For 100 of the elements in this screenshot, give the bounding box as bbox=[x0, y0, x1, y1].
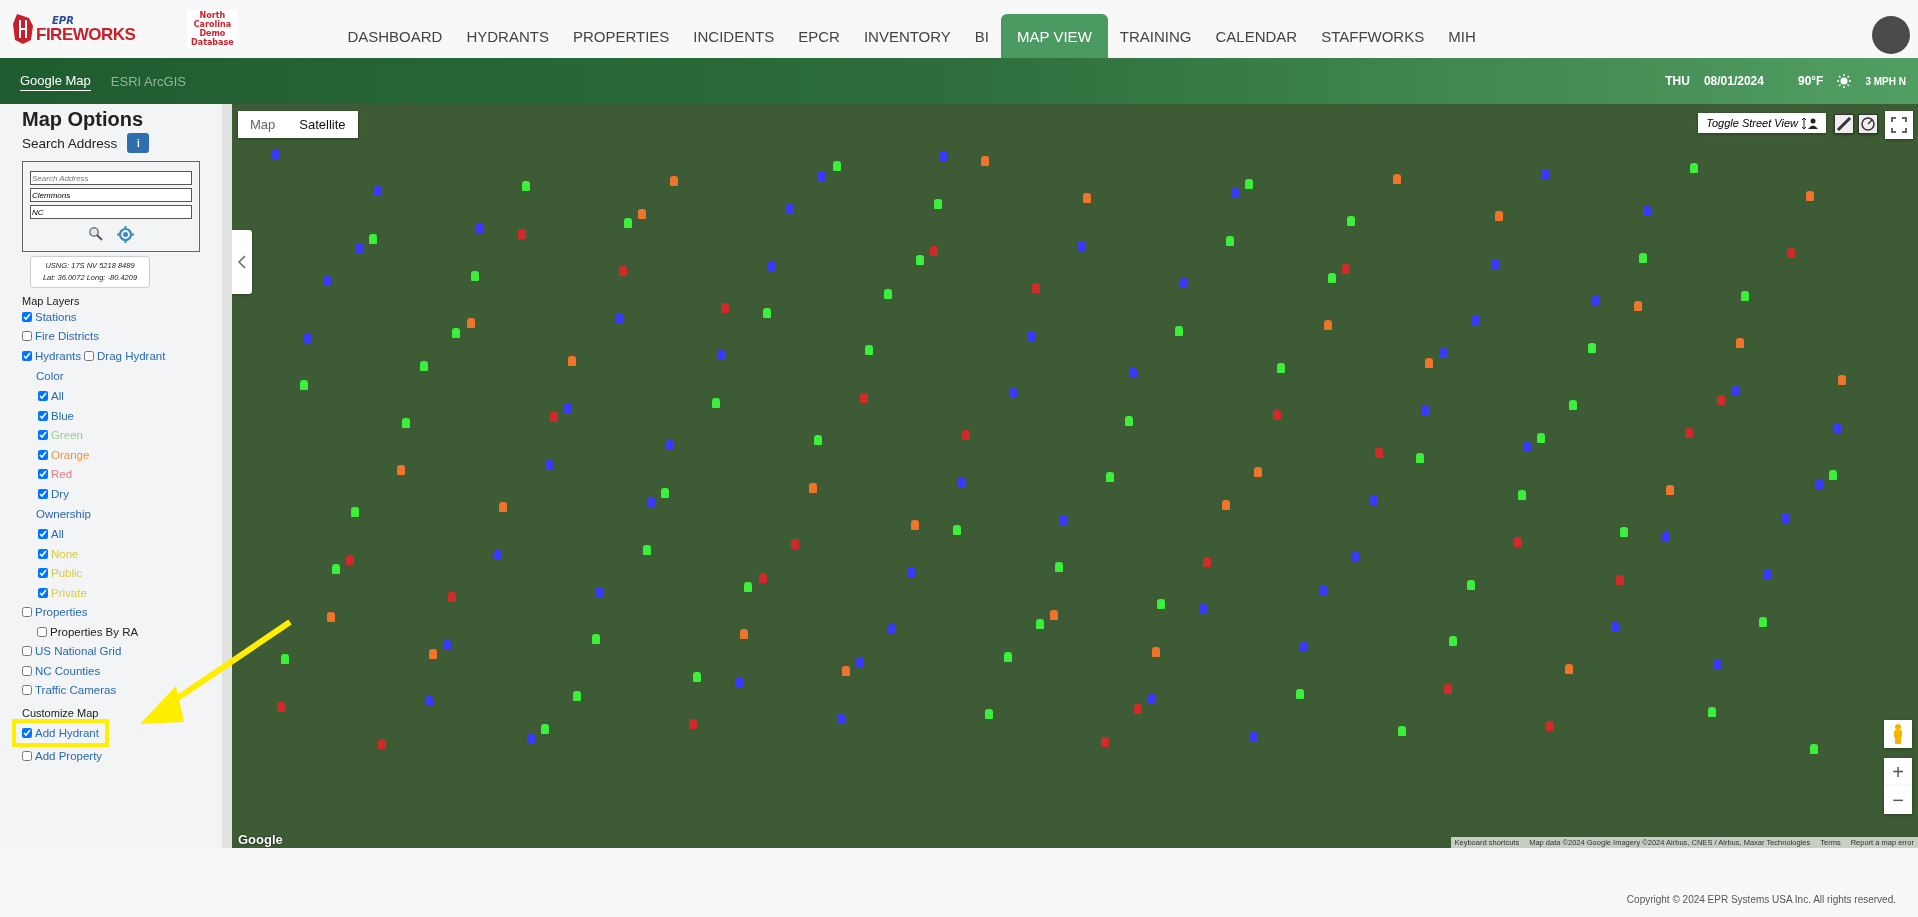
hydrant-marker-icon[interactable] bbox=[1740, 290, 1749, 301]
hydrant-marker-icon[interactable] bbox=[526, 733, 535, 744]
hydrant-marker-icon[interactable] bbox=[540, 724, 549, 735]
locate-icon[interactable] bbox=[117, 226, 134, 243]
hydrant-marker-icon[interactable] bbox=[545, 459, 554, 470]
hydrant-marker-icon[interactable] bbox=[1319, 584, 1328, 595]
hydrant-marker-icon[interactable] bbox=[855, 657, 864, 668]
hydrant-marker-icon[interactable] bbox=[522, 181, 530, 191]
hydrant-marker-icon[interactable] bbox=[1397, 726, 1406, 737]
hydrant-marker-icon[interactable] bbox=[1323, 320, 1332, 331]
checkbox[interactable] bbox=[38, 410, 48, 421]
hydrant-marker-icon[interactable] bbox=[1634, 300, 1643, 311]
hydrant-marker-icon[interactable] bbox=[1615, 574, 1624, 585]
hydrant-marker-icon[interactable] bbox=[1564, 664, 1573, 675]
hydrant-marker-icon[interactable] bbox=[1759, 616, 1768, 627]
hydrant-marker-icon[interactable] bbox=[401, 417, 410, 428]
hydrant-marker-icon[interactable] bbox=[1156, 599, 1165, 610]
hydrant-marker-icon[interactable] bbox=[304, 332, 313, 343]
hydrant-marker-icon[interactable] bbox=[1133, 703, 1142, 714]
hydrant-marker-icon[interactable] bbox=[1782, 512, 1791, 523]
hydrant-marker-icon[interactable] bbox=[299, 380, 308, 391]
layer-label[interactable]: Drag Hydrant bbox=[97, 349, 166, 362]
hydrant-marker-icon[interactable] bbox=[1008, 387, 1017, 398]
hydrant-marker-icon[interactable] bbox=[1351, 551, 1360, 562]
hydrant-marker-icon[interactable] bbox=[1129, 368, 1137, 378]
hydrant-marker-icon[interactable] bbox=[1828, 470, 1837, 481]
hydrant-marker-icon[interactable] bbox=[962, 429, 971, 440]
checkbox[interactable] bbox=[38, 488, 48, 499]
hydrant-marker-icon[interactable] bbox=[957, 477, 966, 488]
hydrant-marker-icon[interactable] bbox=[642, 544, 651, 555]
hydrant-marker-icon[interactable] bbox=[1105, 472, 1114, 483]
hydrant-marker-icon[interactable] bbox=[1147, 694, 1156, 705]
hydrant-marker-icon[interactable] bbox=[447, 592, 456, 603]
hydrant-marker-icon[interactable] bbox=[1495, 211, 1503, 221]
hydrant-marker-icon[interactable] bbox=[568, 355, 577, 366]
hydrant-marker-icon[interactable] bbox=[758, 572, 767, 583]
hydrant-marker-icon[interactable] bbox=[591, 634, 600, 645]
address-field[interactable]: NC bbox=[30, 205, 192, 219]
nav-tab[interactable]: PROPERTIES bbox=[560, 14, 682, 58]
hydrant-marker-icon[interactable] bbox=[1050, 609, 1059, 620]
hydrant-marker-icon[interactable] bbox=[475, 223, 484, 234]
nav-tab[interactable]: HYDRANTS bbox=[454, 14, 561, 58]
hydrant-marker-icon[interactable] bbox=[818, 170, 827, 181]
hydrant-marker-icon[interactable] bbox=[864, 345, 873, 356]
hydrant-marker-icon[interactable] bbox=[1226, 235, 1235, 246]
layer-label[interactable]: Properties bbox=[35, 606, 88, 619]
hydrant-marker-icon[interactable] bbox=[763, 308, 771, 318]
checkbox[interactable] bbox=[22, 350, 32, 361]
hydrant-marker-icon[interactable] bbox=[716, 350, 725, 361]
hydrant-marker-icon[interactable] bbox=[1620, 527, 1628, 537]
info-button[interactable]: i bbox=[127, 133, 150, 153]
layer-label[interactable]: US National Grid bbox=[35, 645, 122, 658]
hydrant-marker-icon[interactable] bbox=[322, 276, 331, 287]
hydrant-marker-icon[interactable] bbox=[1300, 641, 1309, 652]
hydrant-marker-icon[interactable] bbox=[739, 629, 748, 640]
checkbox[interactable] bbox=[37, 626, 47, 637]
hydrant-marker-icon[interactable] bbox=[1689, 163, 1698, 174]
hydrant-marker-icon[interactable] bbox=[1731, 385, 1740, 396]
hydrant-marker-icon[interactable] bbox=[1346, 216, 1355, 227]
hydrant-marker-icon[interactable] bbox=[953, 524, 962, 535]
hydrant-marker-icon[interactable] bbox=[1708, 706, 1717, 717]
hydrant-marker-icon[interactable] bbox=[1054, 562, 1063, 573]
hydrant-marker-icon[interactable] bbox=[883, 288, 892, 299]
hydrant-marker-icon[interactable] bbox=[623, 218, 632, 229]
hydrant-marker-icon[interactable] bbox=[466, 318, 475, 329]
checkbox[interactable] bbox=[22, 311, 32, 322]
map-type-tab[interactable]: Satellite bbox=[287, 111, 358, 138]
filter-label[interactable]: All bbox=[51, 528, 64, 541]
hydrant-marker-icon[interactable] bbox=[1513, 537, 1522, 548]
hydrant-marker-icon[interactable] bbox=[1004, 652, 1012, 662]
hydrant-marker-icon[interactable] bbox=[744, 581, 753, 592]
hydrant-marker-icon[interactable] bbox=[1810, 743, 1819, 754]
hydrant-marker-icon[interactable] bbox=[647, 497, 655, 507]
hydrant-marker-icon[interactable] bbox=[1254, 467, 1262, 477]
hydrant-marker-icon[interactable] bbox=[443, 639, 452, 650]
map-source-tab[interactable]: ESRI ArcGIS bbox=[110, 71, 186, 91]
hydrant-marker-icon[interactable] bbox=[985, 708, 994, 719]
hydrant-marker-icon[interactable] bbox=[1661, 532, 1670, 543]
hydrant-marker-icon[interactable] bbox=[1277, 362, 1286, 373]
checkbox[interactable] bbox=[22, 685, 32, 696]
nav-tab[interactable]: CALENDAR bbox=[1203, 14, 1310, 58]
hydrant-marker-icon[interactable] bbox=[350, 507, 359, 518]
checkbox[interactable] bbox=[22, 751, 32, 762]
layer-label[interactable]: NC Counties bbox=[35, 664, 101, 677]
hydrant-marker-icon[interactable] bbox=[1814, 479, 1823, 490]
pegman-icon[interactable] bbox=[1884, 720, 1912, 748]
hydrant-marker-icon[interactable] bbox=[596, 586, 605, 597]
hydrant-marker-icon[interactable] bbox=[767, 260, 776, 271]
hydrant-marker-icon[interactable] bbox=[373, 186, 382, 197]
map-source-tab[interactable]: Google Map bbox=[20, 71, 91, 91]
checkbox[interactable] bbox=[38, 469, 48, 480]
ruler-icon[interactable] bbox=[1834, 114, 1854, 134]
hydrant-marker-icon[interactable] bbox=[429, 648, 438, 659]
hydrant-marker-icon[interactable] bbox=[790, 539, 799, 550]
gauge-icon[interactable] bbox=[1858, 114, 1878, 134]
filter-label[interactable]: Blue bbox=[51, 409, 75, 422]
hydrant-marker-icon[interactable] bbox=[1448, 636, 1457, 647]
hydrant-marker-icon[interactable] bbox=[1467, 579, 1476, 590]
hydrant-marker-icon[interactable] bbox=[1545, 721, 1554, 732]
nav-tab[interactable]: INCIDENTS bbox=[681, 14, 787, 58]
